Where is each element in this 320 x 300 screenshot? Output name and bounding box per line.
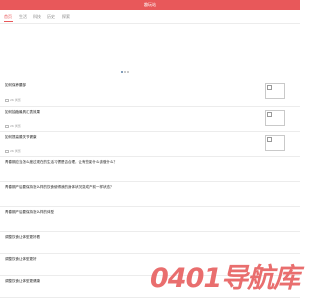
article-meta: 26 浏览 <box>5 149 21 153</box>
article-thumbnail[interactable] <box>265 110 285 126</box>
banner-carousel[interactable] <box>0 25 300 80</box>
nav-active-underline <box>4 21 13 22</box>
article-title[interactable]: 调整饮食让体型更健康 <box>5 279 40 284</box>
watermark-logo: 0401导航库 <box>150 263 300 294</box>
top-bar: 趣玩站 <box>0 0 300 10</box>
article-title[interactable]: 如何提高膝关节健康 <box>5 135 37 140</box>
carousel-dots <box>121 69 130 74</box>
nav-item-tech[interactable]: 科技 <box>33 14 41 20</box>
category-nav: 首页 生活 科技 历史 探索 <box>0 10 300 24</box>
views-icon <box>5 149 9 153</box>
article-title[interactable]: 青春期产后要保持怎么样的饮食使得我的身体状况变成产前一样状态？ <box>5 185 114 190</box>
views-icon <box>5 98 9 102</box>
article-title[interactable]: 调整饮食让体型更好看 <box>5 235 40 240</box>
carousel-dot-active[interactable] <box>121 71 123 73</box>
article-title[interactable]: 如何抽脂最具汇表效果 <box>5 110 40 115</box>
nav-item-explore[interactable]: 探索 <box>62 14 70 20</box>
carousel-dot[interactable] <box>127 71 129 73</box>
article-thumbnail[interactable] <box>265 135 285 151</box>
article-thumbnail[interactable] <box>265 83 285 99</box>
article-title[interactable]: 调整饮食让体型更好 <box>5 257 37 262</box>
nav-item-life[interactable]: 生活 <box>19 14 27 20</box>
site-title: 趣玩站 <box>144 2 156 7</box>
views-icon <box>5 124 9 128</box>
article-item[interactable]: 青春期产后要保持怎么样的体型 <box>0 207 300 232</box>
article-item[interactable]: 青春期应当怎么度过现在的生活习惯是否合理，让有些影什么该做什么？ <box>0 157 300 182</box>
article-item[interactable]: 如何保养腰部 26 浏览 <box>0 80 300 107</box>
article-views: 26 浏览 <box>10 124 21 128</box>
article-item[interactable]: 调整饮食让体型更好看 <box>0 232 300 254</box>
article-views: 26 浏览 <box>10 149 21 153</box>
article-meta: 26 浏览 <box>5 124 21 128</box>
article-title[interactable]: 如何保养腰部 <box>5 83 26 88</box>
article-title[interactable]: 青春期产后要保持怎么样的体型 <box>5 210 54 215</box>
nav-item-history[interactable]: 历史 <box>47 14 55 20</box>
article-title[interactable]: 青春期应当怎么度过现在的生活习惯是否合理，让有些影什么该做什么？ <box>5 160 117 165</box>
article-item[interactable]: 如何抽脂最具汇表效果 26 浏览 <box>0 107 300 132</box>
article-meta: 26 浏览 <box>5 98 21 102</box>
nav-item-home[interactable]: 首页 <box>4 14 12 20</box>
article-item[interactable]: 青春期产后要保持怎么样的饮食使得我的身体状况变成产前一样状态？ <box>0 182 300 207</box>
article-item[interactable]: 如何提高膝关节健康 26 浏览 <box>0 132 300 157</box>
carousel-dot[interactable] <box>124 71 126 73</box>
article-views: 26 浏览 <box>10 98 21 102</box>
